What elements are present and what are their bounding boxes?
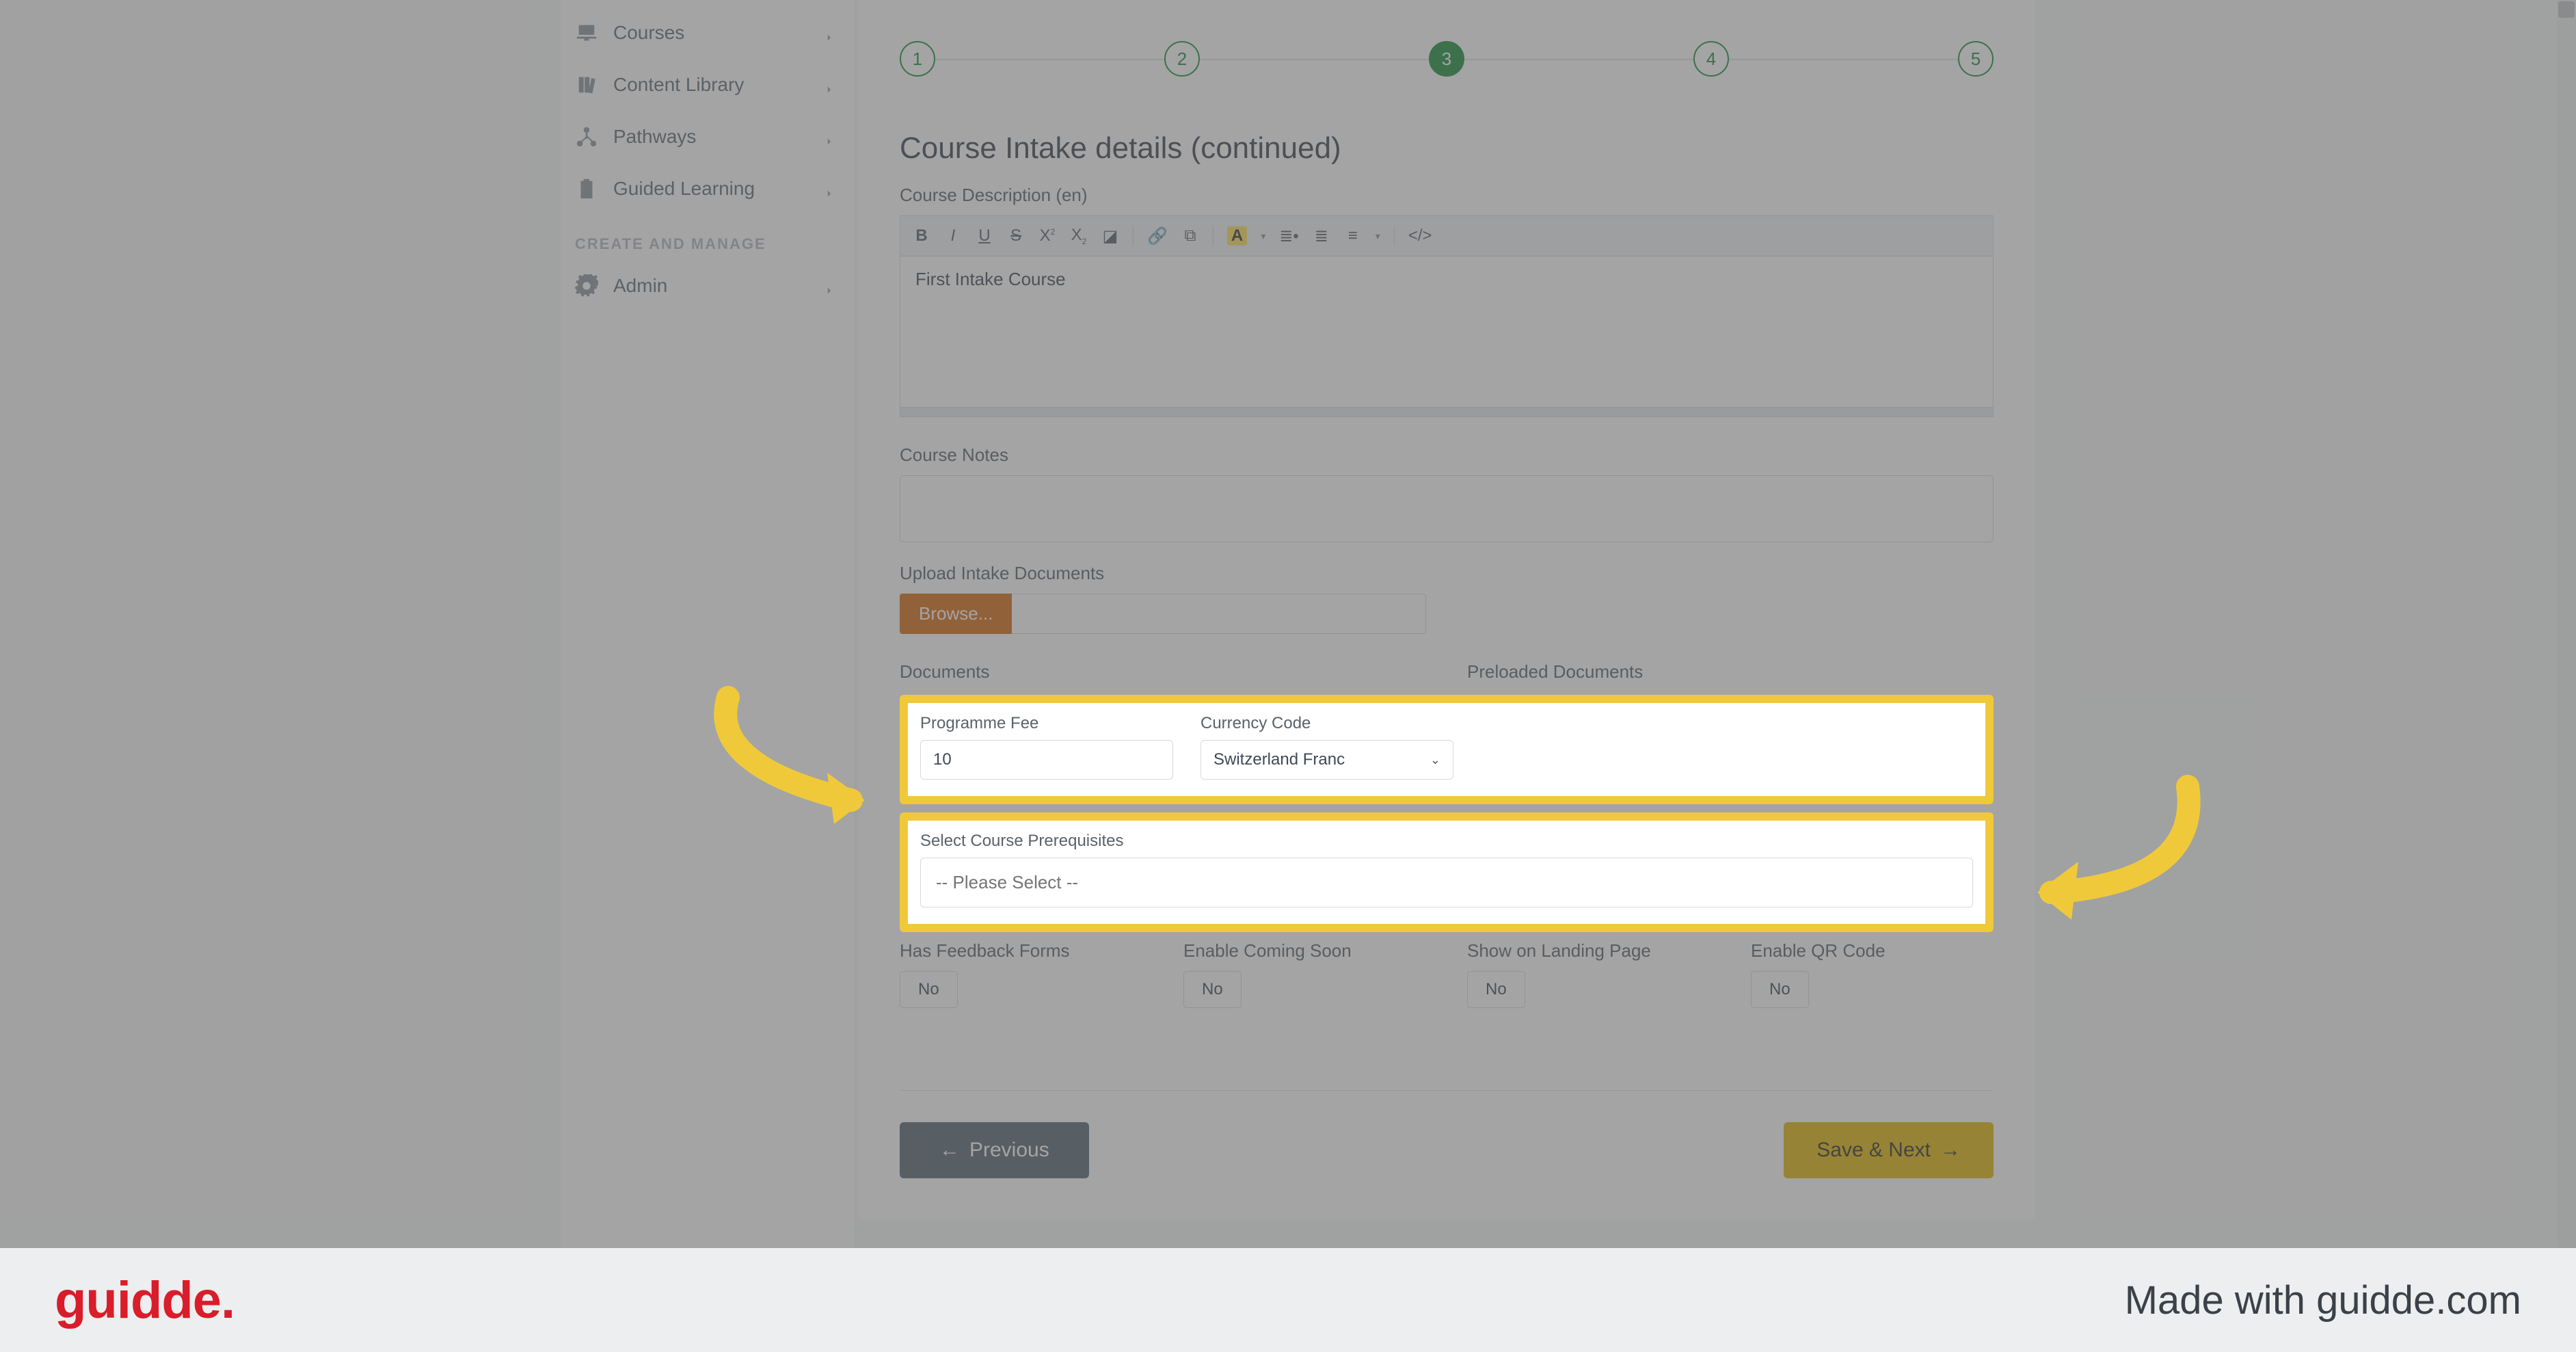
sidebar-item-label: Courses <box>613 22 808 44</box>
highlight-fee-currency: Programme Fee Currency Code Switzerland … <box>900 695 1994 804</box>
preloaded-documents-label: Preloaded Documents <box>1467 661 1994 682</box>
chevron-right-icon <box>823 131 835 143</box>
highlight-icon[interactable]: A <box>1227 226 1247 246</box>
pathways-icon <box>575 125 598 148</box>
scrollbar-thumb[interactable] <box>2558 1 2575 18</box>
step-3[interactable]: 3 <box>1429 41 1464 77</box>
landing-toggle[interactable]: No <box>1467 971 1525 1008</box>
link-icon[interactable]: 🔗 <box>1147 226 1168 246</box>
qr-label: Enable QR Code <box>1751 940 1994 962</box>
subscript-icon[interactable]: X2 <box>1070 226 1088 246</box>
browse-button[interactable]: Browse... <box>900 594 1012 634</box>
programme-fee-input[interactable] <box>920 740 1173 780</box>
landing-label: Show on Landing Page <box>1467 940 1710 962</box>
feedback-label: Has Feedback Forms <box>900 940 1142 962</box>
bullet-list-icon[interactable]: ≣• <box>1279 226 1299 246</box>
sidebar-item-courses[interactable]: Courses <box>561 7 855 59</box>
made-with-label: Made with guidde.com <box>2125 1277 2521 1323</box>
footer: guidde. Made with guidde.com <box>0 1248 2576 1352</box>
chevron-right-icon <box>823 79 835 91</box>
eraser-icon[interactable]: ◪ <box>1101 226 1119 246</box>
monitor-icon <box>575 21 598 44</box>
step-5[interactable]: 5 <box>1958 41 1994 77</box>
stepper: 1 2 3 4 5 <box>900 41 1994 77</box>
coming-soon-label: Enable Coming Soon <box>1183 940 1426 962</box>
guidde-logo: guidde. <box>55 1271 234 1330</box>
caret-icon[interactable]: ▾ <box>1376 230 1380 242</box>
main-content: 1 2 3 4 5 Course Intake details (continu… <box>859 0 2035 1219</box>
course-notes-input[interactable] <box>900 475 1994 542</box>
previous-button[interactable]: ← Previous <box>900 1122 1089 1178</box>
strike-icon[interactable]: S <box>1007 226 1025 246</box>
chevron-right-icon <box>823 27 835 39</box>
upload-row: Browse... <box>900 594 1426 634</box>
scrollbar[interactable] <box>2557 0 2576 1352</box>
arrow-left-icon: ← <box>939 1139 960 1162</box>
step-2[interactable]: 2 <box>1164 41 1200 77</box>
clipboard-icon <box>575 177 598 200</box>
caret-icon[interactable]: ▾ <box>1261 230 1265 242</box>
previous-label: Previous <box>969 1139 1049 1162</box>
sidebar-item-guided-learning[interactable]: Guided Learning <box>561 163 855 215</box>
save-next-label: Save & Next <box>1816 1139 1931 1162</box>
resize-handle[interactable] <box>900 407 1993 416</box>
sidebar-item-label: Admin <box>613 275 808 297</box>
toggle-row: Has Feedback Forms No Enable Coming Soon… <box>900 940 1994 1008</box>
unlink-icon[interactable]: ⧉ <box>1181 226 1199 246</box>
fee-label: Programme Fee <box>920 714 1173 733</box>
editor-content[interactable]: First Intake Course <box>900 256 1993 407</box>
sidebar: Courses Content Library Pathways Guided … <box>561 0 855 1352</box>
chevron-down-icon: ⌄ <box>1430 753 1440 767</box>
underline-icon[interactable]: U <box>976 226 993 246</box>
sidebar-item-label: Pathways <box>613 126 808 148</box>
prerequisites-select[interactable] <box>920 858 1973 907</box>
qr-toggle[interactable]: No <box>1751 971 1809 1008</box>
arrow-right-icon: → <box>1940 1139 1961 1162</box>
sidebar-item-content-library[interactable]: Content Library <box>561 59 855 111</box>
chevron-right-icon <box>823 183 835 195</box>
step-1[interactable]: 1 <box>900 41 935 77</box>
code-icon[interactable]: </> <box>1408 226 1432 246</box>
coming-soon-toggle[interactable]: No <box>1183 971 1242 1008</box>
rich-text-editor: B I U S X2 X2 ◪ 🔗 ⧉ A ▾ ≣• ≣ ≡ ▾ </> First… <box>900 215 1994 417</box>
highlight-prerequisites: Select Course Prerequisites <box>900 812 1994 932</box>
notes-label: Course Notes <box>900 445 1994 466</box>
sidebar-item-admin[interactable]: Admin <box>561 260 855 312</box>
currency-value: Switzerland Franc <box>1213 750 1345 769</box>
save-next-button[interactable]: Save & Next → <box>1784 1122 1994 1178</box>
feedback-toggle[interactable]: No <box>900 971 958 1008</box>
sidebar-item-pathways[interactable]: Pathways <box>561 111 855 163</box>
library-icon <box>575 73 598 96</box>
bottom-bar: ← Previous Save & Next → <box>900 1090 1994 1178</box>
currency-label: Currency Code <box>1200 714 1453 733</box>
upload-path[interactable] <box>1012 594 1426 634</box>
editor-toolbar: B I U S X2 X2 ◪ 🔗 ⧉ A ▾ ≣• ≣ ≡ ▾ </> <box>900 216 1993 256</box>
bold-icon[interactable]: B <box>913 226 930 246</box>
italic-icon[interactable]: I <box>944 226 962 246</box>
sidebar-item-label: Guided Learning <box>613 178 808 200</box>
number-list-icon[interactable]: ≣ <box>1313 226 1330 246</box>
align-icon[interactable]: ≡ <box>1344 226 1362 246</box>
description-label: Course Description (en) <box>900 185 1994 206</box>
chevron-right-icon <box>823 280 835 292</box>
superscript-icon[interactable]: X2 <box>1038 226 1056 246</box>
prereq-label: Select Course Prerequisites <box>920 832 1973 851</box>
documents-label: Documents <box>900 661 1440 682</box>
currency-select[interactable]: Switzerland Franc ⌄ <box>1200 740 1453 780</box>
gear-icon <box>575 274 598 297</box>
upload-label: Upload Intake Documents <box>900 563 1994 584</box>
sidebar-section-header: CREATE AND MANAGE <box>561 215 855 260</box>
separator <box>1394 226 1395 246</box>
sidebar-item-label: Content Library <box>613 74 808 96</box>
step-4[interactable]: 4 <box>1693 41 1729 77</box>
page-title: Course Intake details (continued) <box>900 131 1994 165</box>
